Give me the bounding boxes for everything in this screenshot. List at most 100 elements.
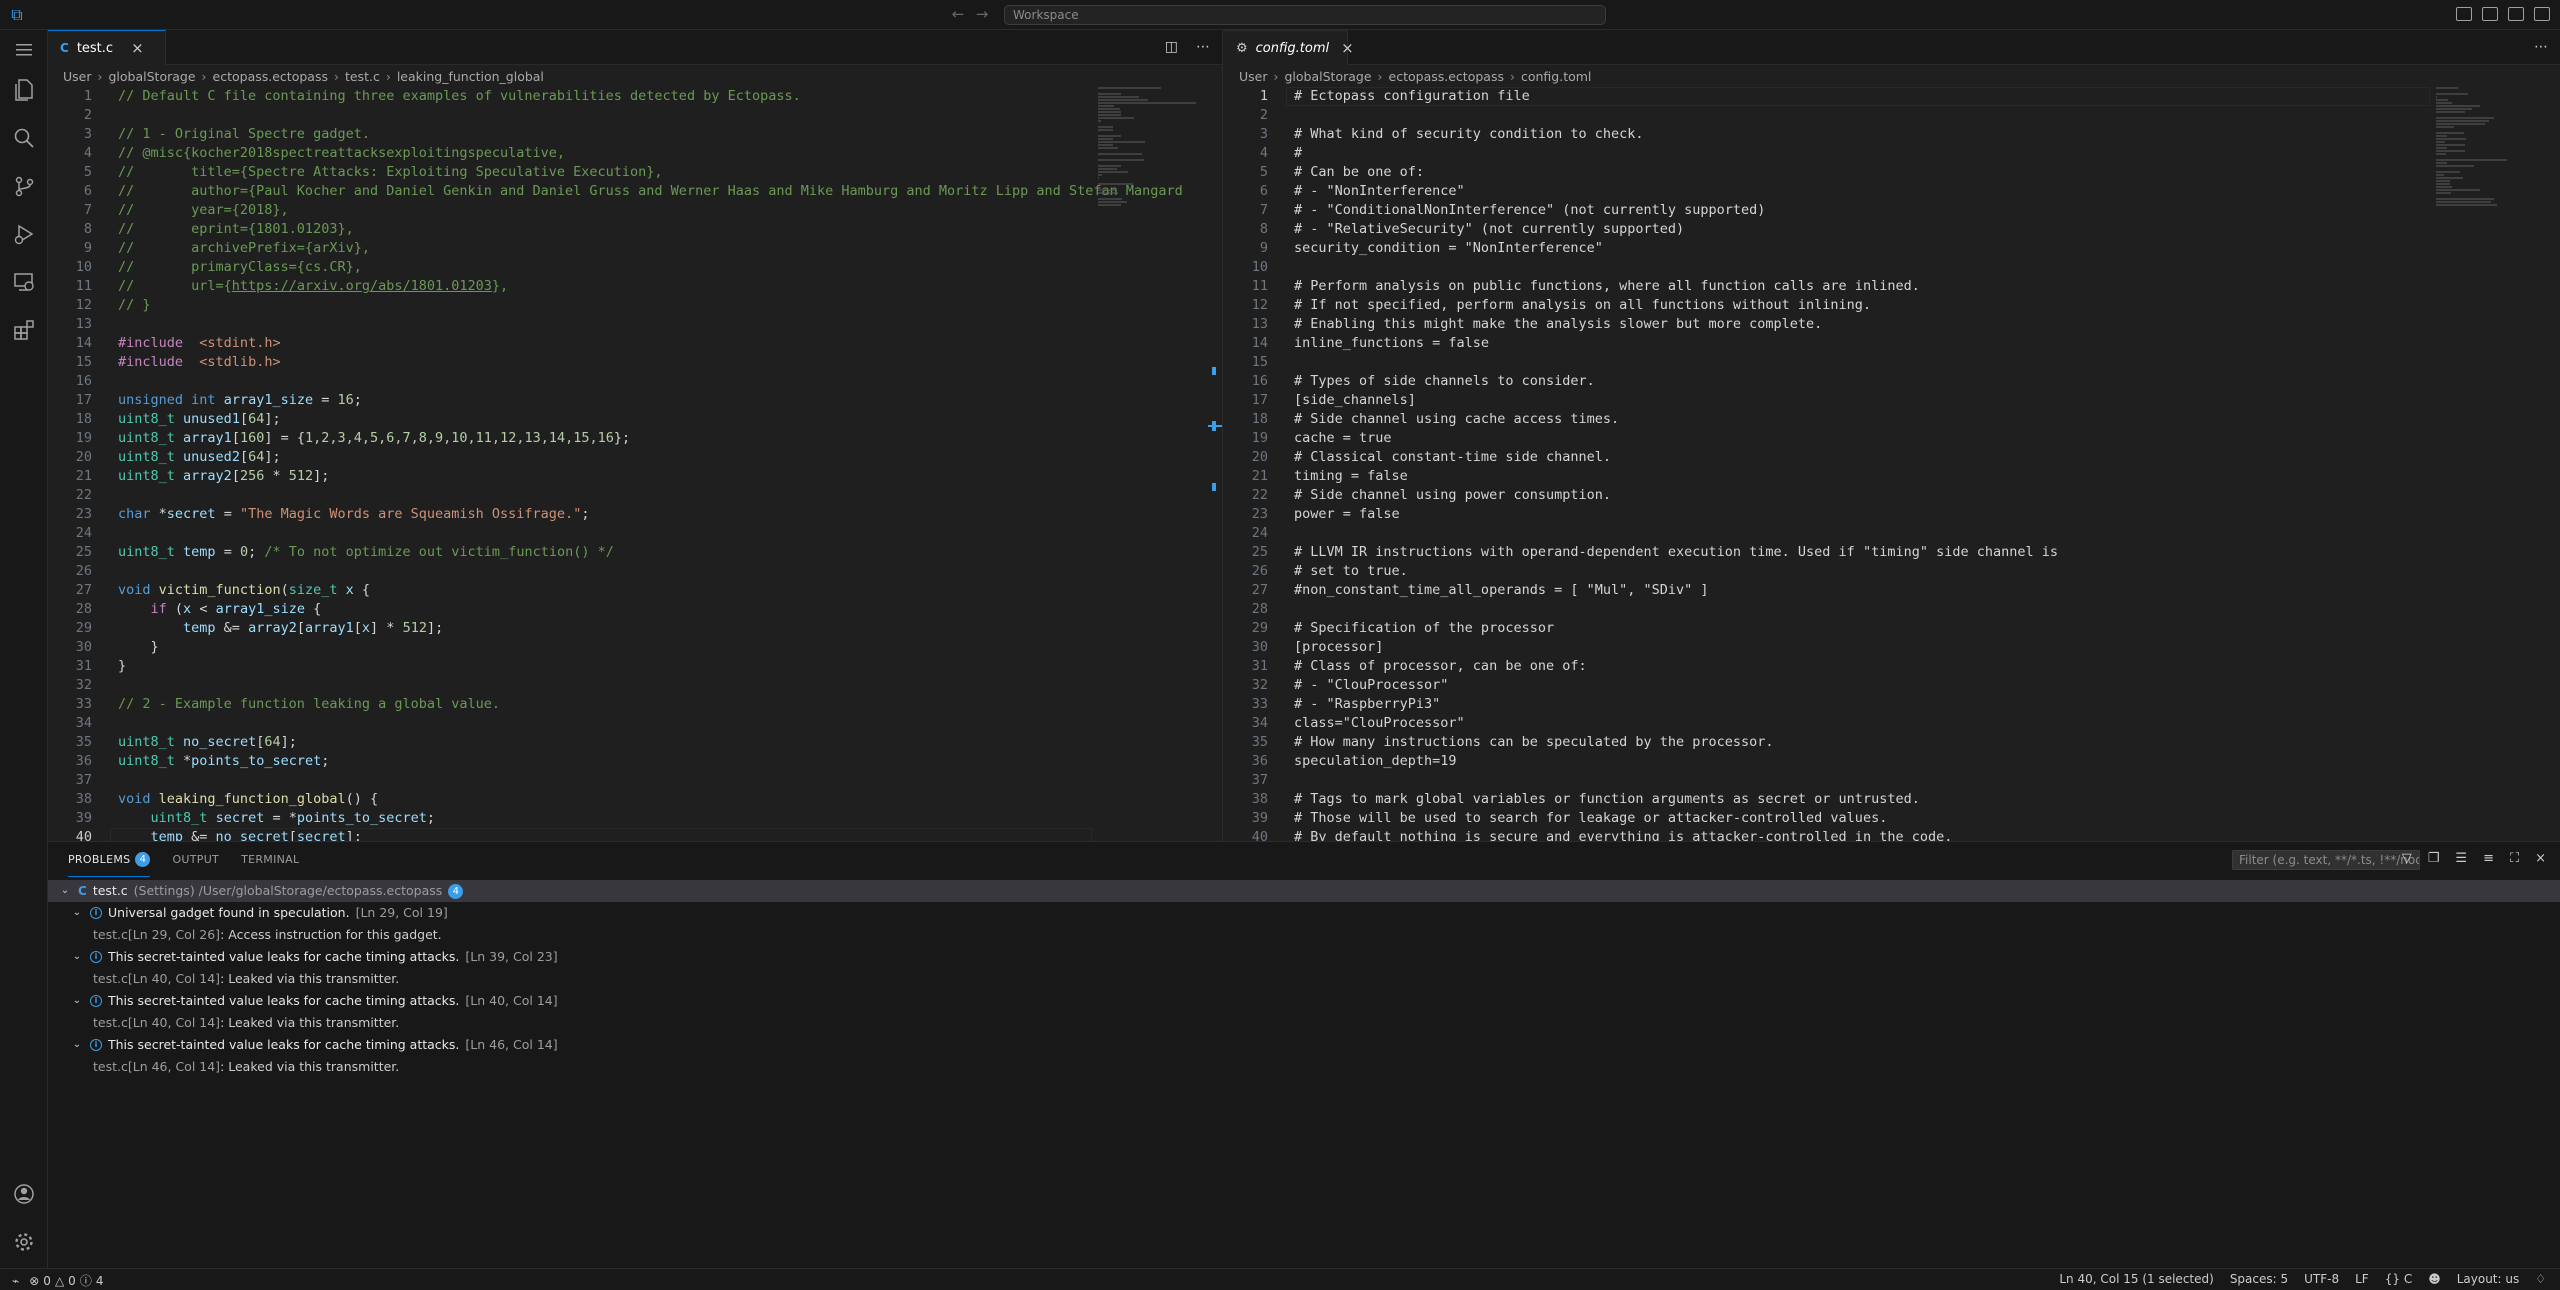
related-info-row[interactable]: test.c [Ln 40, Col 14]: Leaked via this t… — [48, 1012, 2560, 1034]
code-line[interactable]: 22 # Side channel using power consumption… — [1224, 486, 2560, 505]
code-line[interactable]: 34 class="ClouProcessor" — [1224, 714, 2560, 733]
code-line[interactable]: 17 unsigned int array1_size = 16; — [48, 391, 1222, 410]
code-line[interactable]: 21 timing = false — [1224, 467, 2560, 486]
code-line[interactable]: 26 — [48, 562, 1222, 581]
code-line[interactable]: 33 # - "RaspberryPi3" — [1224, 695, 2560, 714]
code-line[interactable]: 30 [processor] — [1224, 638, 2560, 657]
code-line[interactable]: 9 // archivePrefix={arXiv}, — [48, 239, 1222, 258]
code-line[interactable]: 2 — [1224, 106, 2560, 125]
tab-terminal[interactable]: TERMINAL — [241, 842, 299, 877]
related-file-link[interactable]: test.c — [93, 1012, 128, 1034]
code-line[interactable]: 36 speculation_depth=19 — [1224, 752, 2560, 771]
toggle-panel-icon[interactable] — [2508, 7, 2524, 21]
cursor-position[interactable]: Ln 40, Col 15 (1 selected) — [2059, 1272, 2213, 1286]
menu-icon[interactable] — [10, 36, 38, 64]
related-info-row[interactable]: test.c [Ln 46, Col 14]: Leaked via this t… — [48, 1056, 2560, 1078]
code-line[interactable]: 22 — [48, 486, 1222, 505]
code-line[interactable]: 40 # By default nothing is secure and eve… — [1224, 828, 2560, 841]
filter-icon[interactable]: ▽ — [2402, 851, 2412, 866]
code-line[interactable]: 24 — [1224, 524, 2560, 543]
code-line[interactable]: 12 // } — [48, 296, 1222, 315]
chevron-down-icon[interactable]: ⌄ — [70, 990, 84, 1012]
minimap[interactable] — [2436, 87, 2546, 206]
keyboard-layout[interactable]: Layout: us — [2457, 1272, 2520, 1286]
close-icon[interactable]: × — [131, 39, 144, 57]
breadcrumb-item[interactable]: leaking_function_global — [397, 69, 544, 84]
breadcrumb-item[interactable]: User — [63, 69, 92, 84]
code-line[interactable]: 23 power = false — [1224, 505, 2560, 524]
tab-problems[interactable]: PROBLEMS 4 — [68, 842, 151, 877]
notifications-bell-icon[interactable]: ♢ — [2535, 1272, 2546, 1286]
breadcrumb-item[interactable]: config.toml — [1521, 69, 1591, 84]
minimap[interactable] — [1098, 87, 1208, 206]
code-line[interactable]: 10 — [1224, 258, 2560, 277]
chevron-down-icon[interactable]: ⌄ — [70, 902, 84, 924]
code-line[interactable]: 6 // author={Paul Kocher and Daniel Genki… — [48, 182, 1222, 201]
code-line[interactable]: 17 [side_channels] — [1224, 391, 2560, 410]
breadcrumb-item[interactable]: ectopass.ectopass — [1389, 69, 1504, 84]
code-line[interactable]: 19 uint8_t array1[160] = {1,2,3,4,5,6,7,8… — [48, 429, 1222, 448]
code-line[interactable]: 25 uint8_t temp = 0; /* To not optimize o… — [48, 543, 1222, 562]
code-line[interactable]: 27 void victim_function(size_t x { — [48, 581, 1222, 600]
code-line[interactable]: 20 uint8_t unused2[64]; — [48, 448, 1222, 467]
language-mode[interactable]: {} C — [2385, 1272, 2413, 1286]
code-line[interactable]: 14 #include <stdint.h> — [48, 334, 1222, 353]
problem-row[interactable]: ⌄ i This secret-tainted value leaks for ca… — [48, 990, 2560, 1012]
related-location[interactable]: [Ln 40, Col 14] — [128, 968, 220, 990]
remote-explorer-icon[interactable] — [10, 268, 38, 296]
code-line[interactable]: 38 # Tags to mark global variables or fun… — [1224, 790, 2560, 809]
code-line[interactable]: 1 # Ectopass configuration file — [1224, 87, 2560, 106]
problem-row[interactable]: ⌄ i Universal gadget found in speculation.… — [48, 902, 2560, 924]
code-line[interactable]: 4 # — [1224, 144, 2560, 163]
code-line[interactable]: 15 #include <stdlib.h> — [48, 353, 1222, 372]
code-line[interactable]: 28 — [1224, 600, 2560, 619]
code-line[interactable]: 23 char *secret = "The Magic Words are Sq… — [48, 505, 1222, 524]
chevron-down-icon[interactable]: ⌄ — [70, 946, 84, 968]
end-of-line[interactable]: LF — [2355, 1272, 2369, 1286]
search-icon[interactable] — [10, 124, 38, 152]
split-editor-icon[interactable]: ◫ — [1165, 39, 1178, 55]
command-center-search[interactable]: Workspace — [1004, 5, 1606, 25]
code-line[interactable]: 35 uint8_t no_secret[64]; — [48, 733, 1222, 752]
code-line[interactable]: 29 # Specification of the processor — [1224, 619, 2560, 638]
code-line[interactable]: 10 // primaryClass={cs.CR}, — [48, 258, 1222, 277]
related-location[interactable]: [Ln 29, Col 26] — [128, 924, 220, 946]
chevron-down-icon[interactable]: ⌄ — [58, 880, 72, 902]
code-line[interactable]: 35 # How many instructions can be specula… — [1224, 733, 2560, 752]
encoding[interactable]: UTF-8 — [2304, 1272, 2339, 1286]
overview-ruler[interactable] — [1208, 87, 1222, 841]
code-line[interactable]: 31} — [48, 657, 1222, 676]
code-line[interactable]: 19 cache = true — [1224, 429, 2560, 448]
toggle-secondary-sidebar-icon[interactable] — [2534, 7, 2550, 21]
related-info-row[interactable]: test.c [Ln 40, Col 14]: Leaked via this t… — [48, 968, 2560, 990]
explorer-icon[interactable] — [10, 76, 38, 104]
code-line[interactable]: 7 // year={2018}, — [48, 201, 1222, 220]
breadcrumb-item[interactable]: globalStorage — [1285, 69, 1372, 84]
breadcrumb-item[interactable]: ectopass.ectopass — [213, 69, 328, 84]
close-icon[interactable]: × — [1341, 39, 1354, 57]
code-line[interactable]: 37 — [48, 771, 1222, 790]
related-file-link[interactable]: test.c — [93, 1056, 128, 1078]
code-line[interactable]: 8 // eprint={1801.01203}, — [48, 220, 1222, 239]
problems-summary[interactable]: ⊗ 0 △ 0 ⓘ 4 — [29, 1272, 103, 1289]
tab-test-c[interactable]: C test.c × — [48, 30, 166, 65]
tab-output[interactable]: OUTPUT — [172, 842, 219, 877]
code-line[interactable]: 15 — [1224, 353, 2560, 372]
code-line[interactable]: 30 } — [48, 638, 1222, 657]
collapse-all-icon[interactable]: ≡ — [2483, 851, 2494, 866]
remote-indicator-icon[interactable]: ⌁ — [12, 1274, 19, 1288]
code-line[interactable]: 24 — [48, 524, 1222, 543]
code-line[interactable]: 6 # - "NonInterference" — [1224, 182, 2560, 201]
related-location[interactable]: [Ln 40, Col 14] — [128, 1012, 220, 1034]
back-arrow-icon[interactable]: ← — [948, 5, 968, 23]
related-file-link[interactable]: test.c — [93, 968, 128, 990]
customize-layout-icon[interactable] — [2456, 7, 2472, 21]
code-line[interactable]: 11 // url={https://arxiv.org/abs/1801.012… — [48, 277, 1222, 296]
code-line[interactable]: 8 # - "RelativeSecurity" (not currently s… — [1224, 220, 2560, 239]
code-line[interactable]: 36 uint8_t *points_to_secret; — [48, 752, 1222, 771]
code-line[interactable]: 34 — [48, 714, 1222, 733]
code-editor-test-c[interactable]: 1 // Default C file containing three exam… — [48, 87, 1222, 841]
problem-row[interactable]: ⌄ i This secret-tainted value leaks for ca… — [48, 1034, 2560, 1056]
more-actions-icon[interactable]: ⋯ — [2534, 39, 2548, 55]
copy-icon[interactable]: ❐ — [2428, 851, 2440, 866]
